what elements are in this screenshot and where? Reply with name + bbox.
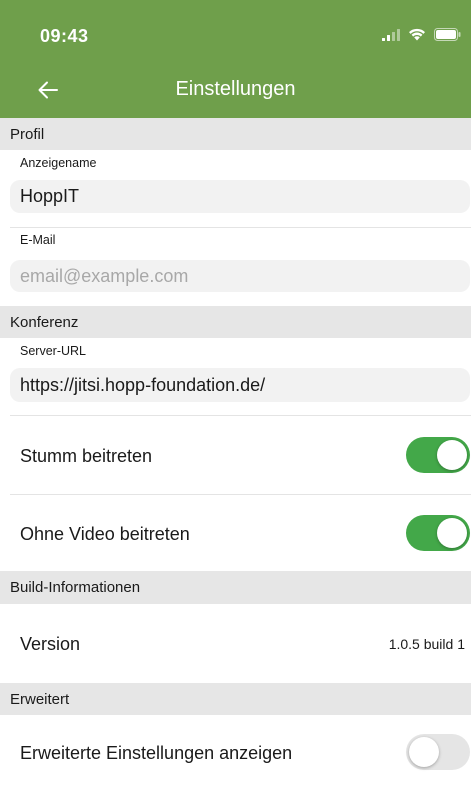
section-header-conference: Konferenz	[0, 306, 471, 338]
display-name-input[interactable]	[10, 180, 470, 213]
app-header: 09:43 Einstellungen	[0, 0, 471, 118]
join-no-video-label: Ohne Video beitreten	[20, 524, 190, 544]
server-url-label: Server-URL	[20, 344, 86, 358]
join-no-video-toggle[interactable]	[406, 515, 470, 551]
version-label: Version	[20, 634, 81, 654]
divider	[10, 227, 471, 228]
divider	[10, 494, 471, 495]
divider	[10, 415, 471, 416]
nav-bar: Einstellungen	[0, 64, 471, 118]
email-input[interactable]	[10, 260, 470, 292]
toggle-knob	[437, 440, 467, 470]
show-advanced-label: Erweiterte Einstellungen anzeigen	[20, 743, 293, 763]
display-name-label: Anzeigename	[20, 156, 97, 170]
status-time: 09:43	[40, 26, 89, 46]
toggle-knob	[409, 737, 439, 767]
server-url-input[interactable]	[10, 368, 470, 402]
email-label: E-Mail	[20, 233, 56, 247]
section-header-profile: Profil	[0, 118, 471, 150]
status-bar: 09:43	[0, 0, 471, 64]
signal-icon	[382, 28, 400, 41]
version-value: 1.0.5 build 1	[388, 636, 465, 652]
toggle-knob	[437, 518, 467, 548]
show-advanced-toggle[interactable]	[406, 734, 470, 770]
status-icons	[382, 28, 461, 41]
wifi-icon	[409, 28, 425, 41]
page-title: Einstellungen	[175, 78, 296, 100]
join-muted-toggle[interactable]	[406, 437, 470, 473]
section-header-build: Build-Informationen	[0, 571, 471, 604]
join-muted-label: Stumm beitreten	[20, 446, 153, 466]
battery-icon	[434, 28, 461, 41]
section-header-advanced: Erweitert	[0, 683, 471, 715]
